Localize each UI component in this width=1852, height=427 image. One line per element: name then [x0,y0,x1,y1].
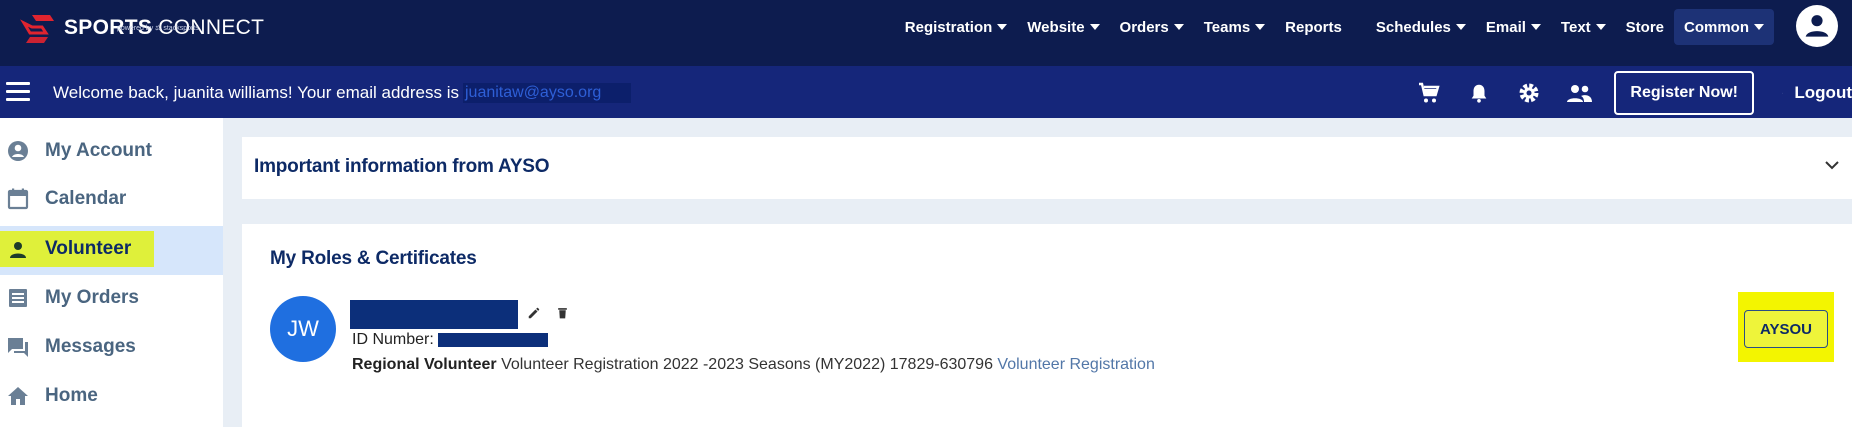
sidebar-item-my-account[interactable]: My Account [0,129,223,173]
powered-by-text: powered by ⚖ stacksports [117,25,199,32]
nav-email-label: Email [1485,18,1526,36]
sidebar-item-label: Volunteer [45,238,132,259]
nav-orders-label: Orders [1119,18,1169,36]
role-name: Regional Volunteer [352,356,497,373]
id-number-line: ID Number: [352,331,548,349]
subbar-actions: Register Now! Logout [1414,71,1852,115]
user-email: juanitaw@ayso.org [462,83,632,103]
account-circle-icon [8,141,28,161]
sidebar-item-messages[interactable]: Messages [0,325,223,369]
nav-website-label: Website [1027,18,1085,36]
sidebar: My Account Calendar Volunteer My Orders … [0,118,223,427]
nav-orders[interactable]: Orders [1110,9,1194,45]
avatar: JW [270,296,336,362]
roles-panel-title: My Roles & Certificates [270,248,477,269]
hamburger-menu-icon[interactable] [6,82,30,102]
nav-reports-label: Reports [1285,18,1342,36]
nav-email[interactable]: Email [1476,9,1551,45]
welcome-text: Welcome back, juanita williams! Your ema… [53,83,459,102]
person-icon [10,242,26,258]
calendar-icon [7,188,29,210]
trash-icon[interactable] [556,306,569,320]
sidebar-item-label: Calendar [45,188,127,209]
main-nav: Registration Website Orders Teams Report… [895,9,1774,45]
roles-certificates-panel: My Roles & Certificates JW ID Number: Re… [242,224,1852,427]
caret-down-icon [1089,24,1100,30]
chat-icon [8,338,28,357]
nav-text[interactable]: Text [1551,9,1616,45]
cart-icon[interactable] [1414,79,1444,107]
sidebar-item-label: Messages [45,336,136,357]
nav-registration[interactable]: Registration [895,9,1018,45]
registration-line: Regional Volunteer Volunteer Registratio… [352,356,1155,374]
volunteer-registration-link[interactable]: Volunteer Registration [997,356,1154,373]
nav-store[interactable]: Store [1616,9,1674,45]
caret-down-icon [1530,24,1541,30]
people-icon[interactable] [1564,79,1594,107]
sidebar-item-label: My Account [45,140,152,161]
account-menu-button[interactable] [1796,5,1838,47]
caret-down-icon [997,24,1008,30]
important-info-panel[interactable]: Important information from AYSO [242,137,1852,199]
nav-common[interactable]: Common [1674,9,1774,45]
nav-schedules-label: Schedules [1375,18,1451,36]
logout-button[interactable]: Logout [1782,82,1852,104]
nav-common-label: Common [1684,18,1749,36]
nav-teams-label: Teams [1203,18,1251,36]
pencil-icon[interactable] [527,306,541,320]
nav-text-label: Text [1560,18,1591,36]
caret-down-icon [1455,24,1466,30]
chevron-down-icon[interactable] [1824,159,1840,171]
gear-icon[interactable] [1514,79,1544,107]
bell-icon[interactable] [1464,79,1494,107]
home-icon [8,387,28,405]
list-icon [9,289,27,307]
sidebar-item-volunteer[interactable]: Volunteer [0,226,223,275]
sidebar-item-home[interactable]: Home [0,374,223,418]
nav-schedules[interactable]: Schedules [1366,9,1476,45]
sidebar-item-label: Home [45,385,98,406]
registration-text: Volunteer Registration 2022 -2023 Season… [501,356,993,373]
register-now-button[interactable]: Register Now! [1614,71,1754,115]
logout-label: Logout [1794,83,1852,102]
nav-teams[interactable]: Teams [1194,9,1275,45]
id-number-label: ID Number: [352,331,434,348]
welcome-message: Welcome back, juanita williams! Your ema… [53,83,632,103]
aysou-button[interactable]: AYSOU [1744,310,1828,348]
welcome-bar: Welcome back, juanita williams! Your ema… [0,66,1852,118]
sidebar-item-calendar[interactable]: Calendar [0,177,223,221]
top-navbar: SPORTS CONNECT powered by ⚖ stacksports … [0,0,1852,66]
nav-website[interactable]: Website [1017,9,1109,45]
nav-reports[interactable]: Reports [1275,9,1366,45]
caret-down-icon [1255,24,1266,30]
sidebar-item-my-orders[interactable]: My Orders [0,276,223,320]
caret-down-icon [1173,24,1184,30]
redacted-name [350,300,518,329]
sidebar-item-label: My Orders [45,287,139,308]
nav-registration-label: Registration [904,18,993,36]
caret-down-icon [1595,24,1606,30]
redacted-id-number [437,333,548,347]
user-circle-icon [1805,15,1829,37]
info-panel-title: Important information from AYSO [254,156,550,177]
nav-store-label: Store [1625,18,1664,36]
caret-down-icon [1754,24,1764,30]
logo-mark-icon [20,15,54,43]
